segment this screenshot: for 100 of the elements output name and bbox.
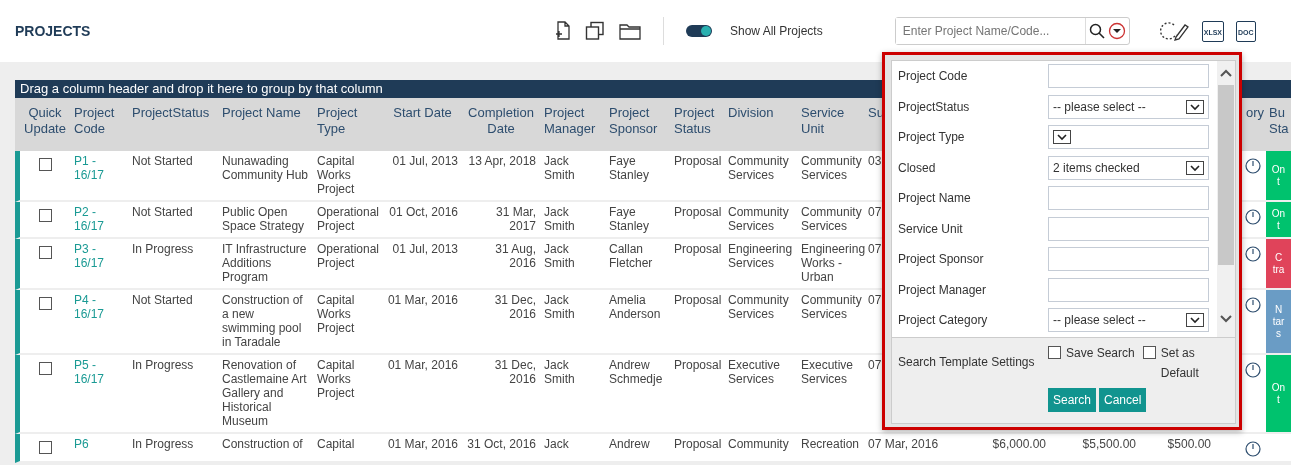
clock-icon[interactable]: [1245, 441, 1261, 457]
page-title: PROJECTS: [15, 23, 92, 39]
toggle-switch[interactable]: [686, 25, 712, 37]
checkbox[interactable]: [38, 362, 52, 375]
copy-icon[interactable]: [585, 21, 605, 41]
column-header[interactable]: Project Sponsor: [605, 105, 670, 137]
column-header[interactable]: ory: [1241, 105, 1265, 137]
table-cell-text: Proposal: [673, 437, 723, 451]
checkbox[interactable]: [1048, 346, 1061, 359]
table-cell-text: Not Started: [131, 293, 194, 307]
table-cell-text: Capital Works Project: [316, 293, 356, 335]
column-header[interactable]: Division: [724, 105, 778, 137]
project-code-link[interactable]: P5 - 16/17: [70, 358, 128, 386]
checkbox[interactable]: [38, 246, 52, 259]
clock-icon[interactable]: [1245, 297, 1261, 313]
chevron-down-icon[interactable]: [1053, 130, 1071, 145]
column-header[interactable]: Project Code: [70, 105, 128, 137]
checkbox[interactable]: [38, 209, 52, 222]
clock-icon[interactable]: [1245, 362, 1261, 378]
clock-icon[interactable]: [1245, 209, 1261, 225]
table-cell-text: Engineering Services: [727, 242, 794, 270]
field-label: Project Manager: [898, 282, 988, 297]
panel-button[interactable]: Search: [1048, 388, 1097, 412]
input-field[interactable]: [1048, 247, 1209, 272]
table-cell-text: 31 Dec, 2016: [493, 293, 537, 321]
budget-status-badge: On t: [1266, 151, 1291, 200]
table-cell-text: Capital Works Project: [316, 358, 356, 400]
checkbox[interactable]: [38, 441, 52, 454]
chevron-down-icon[interactable]: [1186, 313, 1204, 328]
table-cell-text: Recreation: [800, 437, 861, 451]
table-cell-text: 01 Mar, 2016: [386, 437, 459, 451]
panel-button[interactable]: Cancel: [1099, 388, 1147, 412]
field-label: Project Type: [898, 130, 966, 145]
select-field[interactable]: -- please select --: [1048, 308, 1209, 333]
column-header[interactable]: Project Type: [313, 105, 383, 137]
table-cell-text: Jack Smith: [543, 293, 576, 321]
table-cell-text: 31 Aug, 2016: [494, 242, 537, 270]
scrollbar[interactable]: [1217, 61, 1235, 337]
chevron-down-icon[interactable]: [1220, 315, 1232, 323]
checkbox[interactable]: [38, 158, 52, 171]
search-icon[interactable]: [1088, 23, 1105, 39]
table-cell-text: In Progress: [131, 242, 195, 256]
column-header[interactable]: Completion Date: [462, 105, 540, 137]
table-cell-text: $500.00: [1166, 437, 1212, 451]
select-field[interactable]: [1048, 125, 1209, 150]
table-cell-text: Construction of a new swimming pool in Taradale: [221, 293, 304, 349]
clock-icon[interactable]: [1245, 246, 1261, 262]
table-cell-text: Proposal: [673, 154, 723, 168]
clock-icon[interactable]: [1245, 158, 1261, 174]
column-header[interactable]: Service Unit: [797, 105, 864, 137]
project-code-link[interactable]: P1 - 16/17: [70, 154, 128, 182]
select-field[interactable]: 2 items checked: [1048, 155, 1209, 180]
table-cell-text: Andrew Schmedje: [608, 358, 664, 386]
table-cell-text: Construction of: [221, 437, 304, 451]
column-header[interactable]: ProjectStatus: [128, 105, 214, 137]
table-cell-text: 07 Mar, 2016: [867, 437, 940, 451]
toggle-label: Show All Projects: [730, 24, 823, 38]
select-field[interactable]: -- please select --: [1048, 94, 1209, 119]
input-field[interactable]: [1048, 186, 1209, 211]
table-cell-text: Not Started: [131, 205, 194, 219]
table-cell-text: Jack Smith: [543, 242, 576, 270]
table-cell-text: 01 Oct, 2016: [388, 205, 459, 219]
table-cell-text: Callan Fletcher: [608, 242, 654, 270]
table-cell-text: In Progress: [131, 358, 195, 372]
checkbox[interactable]: [38, 297, 52, 310]
field-label: Closed: [898, 160, 937, 175]
table-cell-text: Capital: [316, 437, 356, 451]
project-code-link[interactable]: P6: [70, 437, 93, 451]
refresh-edit-icon[interactable]: [1159, 20, 1190, 42]
table-cell-text: Not Started: [131, 154, 194, 168]
column-header[interactable]: Start Date: [389, 105, 456, 137]
table-cell-text: 13 Apr, 2018: [467, 154, 537, 168]
folder-icon[interactable]: [619, 22, 641, 40]
column-header[interactable]: Project Manager: [540, 105, 605, 137]
input-field[interactable]: [1048, 277, 1209, 302]
project-code-link[interactable]: P2 - 16/17: [70, 205, 128, 233]
chevron-down-icon[interactable]: [1186, 99, 1204, 114]
input-field[interactable]: [1048, 64, 1209, 89]
column-header[interactable]: Bu Sta: [1265, 105, 1291, 137]
table-cell-text: 31 Oct, 2016: [466, 437, 537, 451]
column-header[interactable]: Project Name: [218, 105, 305, 137]
table-cell-text: Andrew: [608, 437, 651, 451]
table-cell-text: 01 Jul, 2013: [391, 154, 459, 168]
column-header[interactable]: Quick Update: [20, 105, 70, 137]
checkbox[interactable]: [1142, 346, 1156, 359]
table-cell-text: 01 Mar, 2016: [386, 358, 459, 372]
project-code-link[interactable]: P3 - 16/17: [70, 242, 128, 270]
new-document-icon[interactable]: [555, 21, 571, 41]
table-cell-text: Operational Project: [316, 205, 381, 233]
table-cell-text: Jack Smith: [543, 358, 576, 386]
dropdown-caret-icon[interactable]: [1107, 22, 1126, 40]
search-field[interactable]: Enter Project Name/Code...: [894, 17, 1130, 45]
table-cell-text: 31 Mar, 2017: [494, 205, 537, 233]
table-cell-text: 07: [867, 205, 883, 219]
column-header[interactable]: Project Status: [670, 105, 724, 137]
project-code-link[interactable]: P4 - 16/17: [70, 293, 128, 321]
table-cell-text: 31 Dec, 2016: [493, 358, 537, 386]
input-field[interactable]: [1048, 216, 1209, 241]
chevron-up-icon[interactable]: [1220, 69, 1232, 77]
chevron-down-icon[interactable]: [1186, 160, 1204, 175]
